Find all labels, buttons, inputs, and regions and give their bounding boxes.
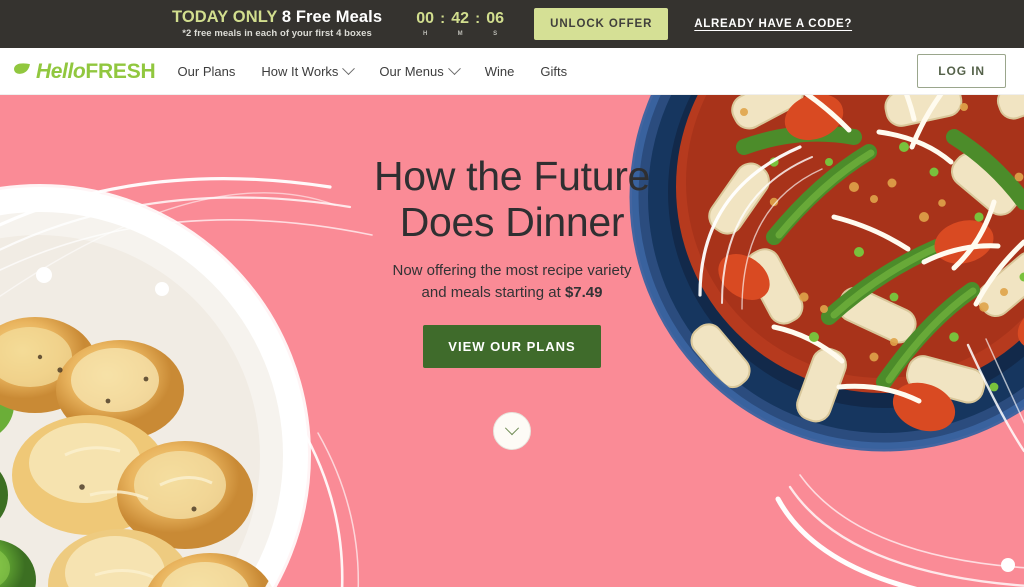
nav-links: Our Plans How It Works Our Menus Wine Gi… xyxy=(178,61,567,79)
promo-text-block: TODAY ONLY 8 Free Meals *2 free meals in… xyxy=(172,9,382,38)
countdown-minutes: 42 M xyxy=(447,10,473,38)
logo-fresh: FRESH xyxy=(85,59,156,83)
countdown-hours-value: 00 xyxy=(416,10,435,27)
promo-banner: TODAY ONLY 8 Free Meals *2 free meals in… xyxy=(0,0,1024,48)
hero-section: How the Future Does Dinner Now offering … xyxy=(0,95,1024,587)
hero-subheadline-line-2-prefix: and meals starting at xyxy=(421,283,565,301)
countdown-seconds-value: 06 xyxy=(486,10,505,27)
logo-wordmark: HelloFRESH xyxy=(36,61,156,82)
hero-headline-line-1: How the Future xyxy=(373,153,651,199)
nav-item-how-it-works[interactable]: How It Works xyxy=(261,61,356,79)
nav-item-label: Wine xyxy=(484,63,515,79)
view-our-plans-button[interactable]: VIEW OUR PLANS xyxy=(423,325,601,369)
nav-item-gifts[interactable]: Gifts xyxy=(540,64,567,79)
hellofresh-logo[interactable]: HelloFRESH xyxy=(12,61,156,82)
hero-subheadline-line-1: Now offering the most recipe variety xyxy=(392,261,632,279)
login-button[interactable]: LOG IN xyxy=(917,54,1006,88)
nav-item-label: Our Plans xyxy=(177,63,236,79)
main-navigation-bar: HelloFRESH Our Plans How It Works Our Me… xyxy=(0,48,1024,95)
hero-headline: How the Future Does Dinner xyxy=(373,153,651,246)
countdown-minutes-value: 42 xyxy=(451,10,470,27)
countdown-hours-label: H xyxy=(422,31,428,37)
chevron-down-icon xyxy=(447,61,461,75)
promo-headline-rest: 8 Free Meals xyxy=(281,8,383,27)
promo-headline-highlight: TODAY ONLY xyxy=(171,8,278,27)
scroll-down-button[interactable] xyxy=(493,412,531,451)
hero-content: How the Future Does Dinner Now offering … xyxy=(0,95,1024,587)
promo-subtext: *2 free meals in each of your first 4 bo… xyxy=(182,27,372,39)
hero-headline-line-2: Does Dinner xyxy=(399,198,625,245)
nav-item-label: Our Menus xyxy=(379,63,444,79)
countdown-minutes-label: M xyxy=(457,31,463,37)
leaf-icon xyxy=(14,62,30,74)
logo-hello: Hello xyxy=(36,59,86,83)
countdown-timer: 00 H : 42 M : 06 S xyxy=(412,10,508,38)
chevron-down-icon xyxy=(342,61,356,75)
nav-item-our-menus[interactable]: Our Menus xyxy=(379,61,461,79)
nav-item-label: Gifts xyxy=(540,63,568,79)
promo-headline: TODAY ONLY 8 Free Meals xyxy=(172,9,382,26)
countdown-seconds-label: S xyxy=(493,31,498,37)
countdown-seconds: 06 S xyxy=(482,10,508,38)
hero-price: $7.49 xyxy=(564,283,603,301)
nav-item-label: How It Works xyxy=(261,63,339,79)
hellofresh-landing-page: TODAY ONLY 8 Free Meals *2 free meals in… xyxy=(0,0,1024,587)
nav-item-our-plans[interactable]: Our Plans xyxy=(178,64,236,79)
countdown-separator: : xyxy=(440,10,446,27)
already-have-a-code-link[interactable]: ALREADY HAVE A CODE? xyxy=(694,18,852,30)
unlock-offer-button[interactable]: UNLOCK OFFER xyxy=(534,8,669,40)
countdown-hours: 00 H xyxy=(412,10,438,38)
nav-item-wine[interactable]: Wine xyxy=(485,64,515,79)
hero-subheadline: Now offering the most recipe variety and… xyxy=(393,260,632,304)
chevron-down-icon xyxy=(504,421,520,436)
countdown-separator: : xyxy=(475,10,481,27)
